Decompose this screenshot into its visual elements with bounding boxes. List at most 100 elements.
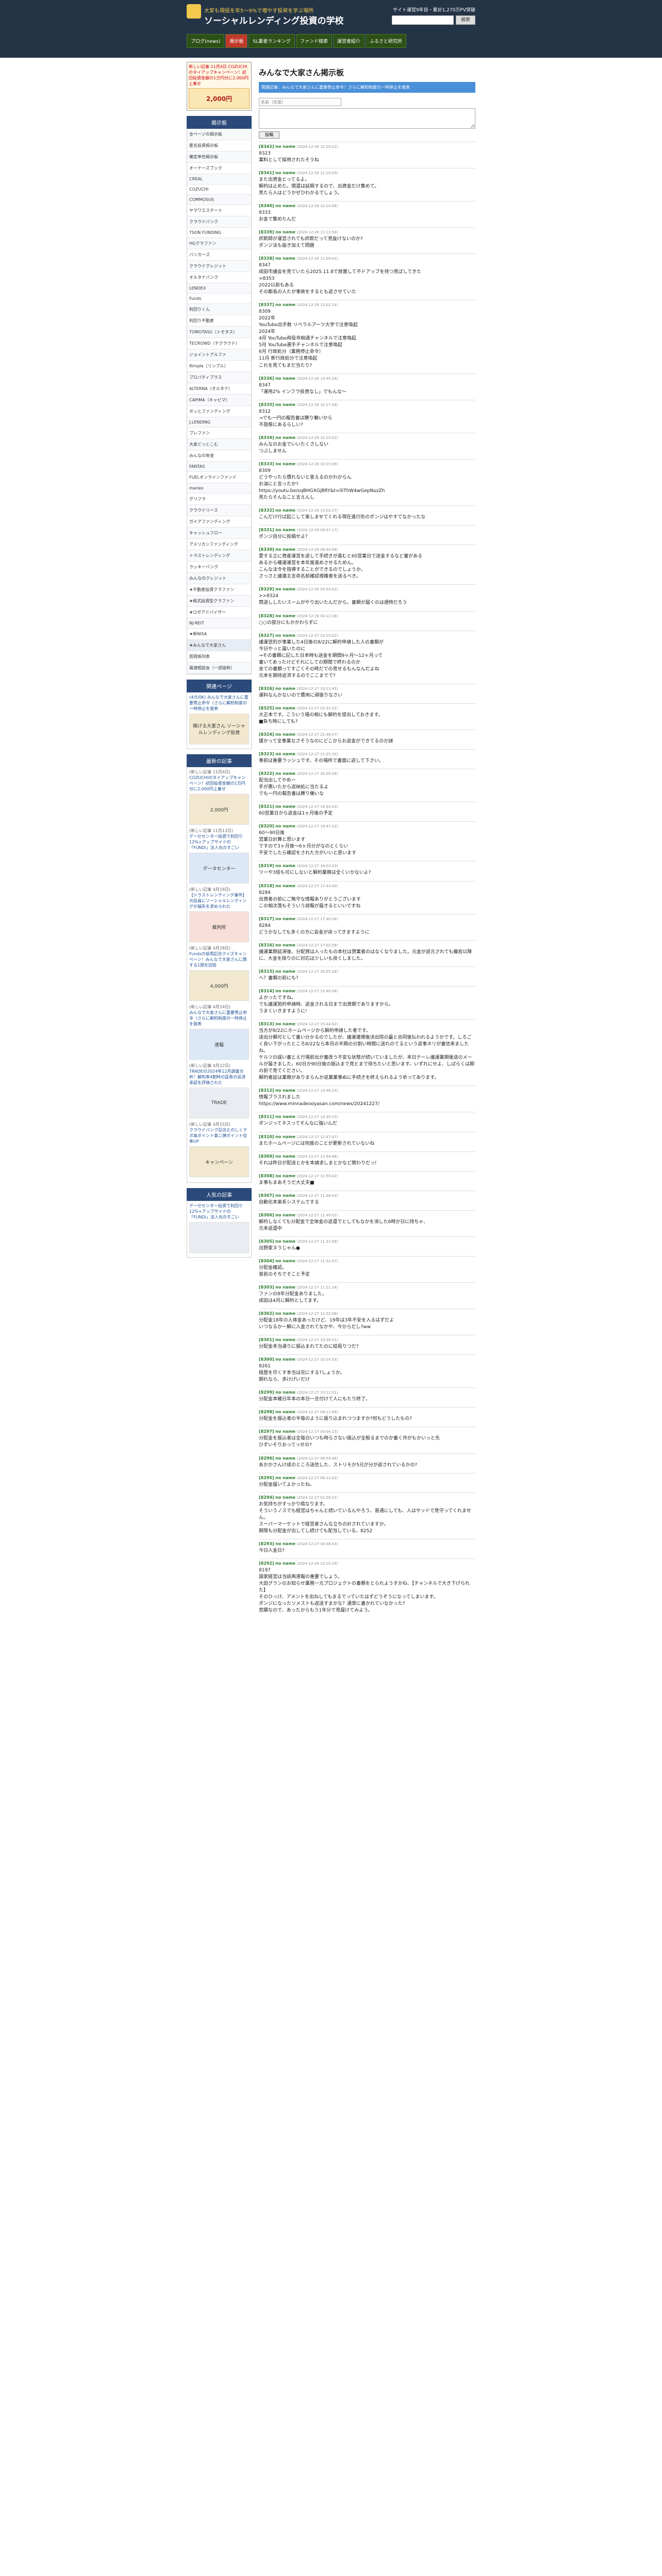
board-list-item[interactable]: グリフラ [187, 494, 251, 505]
board-list-item[interactable]: CAPIMA（キャピマ） [187, 395, 251, 406]
post-number[interactable]: [8301] [259, 1337, 274, 1342]
post-number[interactable]: [8310] [259, 1134, 274, 1139]
post-number[interactable]: [8331] [259, 528, 274, 532]
board-list-item[interactable]: Funds [187, 294, 251, 304]
recent-article[interactable]: (新しい記事 11月13日) デーセセンター投資で利回り12%+アップサイドの「F… [189, 828, 249, 884]
board-list-item[interactable]: みんなのクレジット [187, 573, 251, 584]
post-number[interactable]: [8327] [259, 633, 274, 638]
post-number[interactable]: [8326] [259, 686, 274, 691]
board-list-item[interactable]: ALTERNA（オルタナ） [187, 383, 251, 395]
post-number[interactable]: [8315] [259, 969, 274, 974]
board-list-item[interactable]: ラッキーバンク [187, 562, 251, 573]
post-button[interactable]: 投稿 [259, 131, 279, 139]
recent-article[interactable]: (新しい記事 4月22日) TRADEの2024年12月調査分析！解約率4割時の証… [189, 1063, 249, 1118]
board-list-item[interactable]: 利回り不動産 [187, 315, 251, 327]
board-list-item[interactable]: TSON FUNDING [187, 228, 251, 238]
nav-item[interactable]: ふるさと研究所 [365, 34, 406, 48]
search-button[interactable]: 検索 [456, 15, 475, 25]
post-number[interactable]: [8311] [259, 1114, 274, 1119]
nav-item[interactable]: SL業者ランキング [249, 34, 295, 48]
board-list-item[interactable]: 利回りくん [187, 304, 251, 315]
sidebar-ad-banner[interactable]: 2,000円 [189, 88, 250, 109]
post-number[interactable]: [8316] [259, 943, 274, 947]
board-list-item[interactable]: 全ページの掲示板 [187, 129, 251, 140]
post-number[interactable]: [8318] [259, 884, 274, 888]
board-list-item[interactable]: オルタナバンク [187, 272, 251, 283]
board-list-item[interactable]: ブレファン [187, 428, 251, 439]
board-list-item[interactable]: LENDEX [187, 283, 251, 294]
post-number[interactable]: [8298] [259, 1410, 274, 1414]
recent-article-title[interactable]: 【トラストレンディング事件】元役員にソーシャルレンディングが損失を求められた [189, 892, 249, 909]
recent-article-title[interactable]: TRADEの2024年12月調査分析！解約率4割時の証券の返済承認を評価された [189, 1069, 249, 1086]
board-list-item[interactable]: FUELオンラインファンド [187, 472, 251, 483]
nav-item[interactable]: 運営者紹介 [333, 34, 365, 48]
message-textarea[interactable] [259, 108, 475, 129]
recent-article-title[interactable]: クラウドバンク記念たのしくデポ高ポイント第二弾ポイント倍率UP [189, 1127, 249, 1144]
post-number[interactable]: [8293] [259, 1541, 274, 1546]
recent-article-title[interactable]: デーセセンター投資で利回り12%+アップサイドの「FUNDi」法人化のすごい [189, 834, 249, 851]
post-number[interactable]: [8312] [259, 1088, 274, 1093]
post-number[interactable]: [8308] [259, 1174, 274, 1178]
board-list-item[interactable]: Rimple（リンプル） [187, 361, 251, 372]
board-list-item[interactable]: オーナーズブック [187, 163, 251, 174]
board-list-item[interactable]: FANTAS [187, 462, 251, 472]
board-list-item[interactable]: クラウドリース [187, 505, 251, 516]
board-list-item[interactable]: TECROWD（テクラウド） [187, 338, 251, 349]
post-number[interactable]: [8322] [259, 771, 274, 776]
board-list-item[interactable]: 確定申告掲示板 [187, 151, 251, 163]
post-number[interactable]: [8297] [259, 1429, 274, 1434]
post-number[interactable]: [8299] [259, 1390, 274, 1395]
post-number[interactable]: [8339] [259, 230, 274, 234]
board-list-item[interactable]: トラストレンディング [187, 550, 251, 562]
nav-item[interactable]: 掲示板 [225, 34, 248, 48]
recent-article[interactable]: (新しい記事 4月18日) 【トラストレンディング事件】元役員にソーシャルレンディ… [189, 887, 249, 942]
related-link[interactable]: (4/5/0K) みんなで大家さんに重要帯止命令（さらに解約制度の一時停止を発表 [189, 694, 249, 711]
post-number[interactable]: [8294] [259, 1495, 274, 1500]
recent-article[interactable]: (新しい記事 4月15日) クラウドバンク記念たのしくデポ高ポイント第二弾ポイント… [189, 1122, 249, 1177]
board-list-item[interactable]: J.LENDING [187, 417, 251, 428]
post-number[interactable]: [8313] [259, 1022, 274, 1026]
post-number[interactable]: [8340] [259, 204, 274, 208]
board-list-item[interactable]: ボッとファンディング [187, 406, 251, 417]
post-number[interactable]: [8314] [259, 989, 274, 993]
post-number[interactable]: [8309] [259, 1154, 274, 1159]
recent-article-title[interactable]: みんなで大家さんに重要帯止命令（さらに解約制度の一時停止を発表 [189, 1010, 249, 1027]
board-list-item[interactable]: ★不動産投資クラファン [187, 584, 251, 596]
board-list-item[interactable]: アメリカンファンディング [187, 539, 251, 550]
recent-article-title[interactable]: Fundsの採用記念クイズキャンペーン！みんなで大家さんに関する1問を回答 [189, 951, 249, 968]
board-list-item[interactable]: ガイアファンディング [187, 516, 251, 528]
post-number[interactable]: [8324] [259, 732, 274, 737]
post-number[interactable]: [8303] [259, 1285, 274, 1290]
post-number[interactable]: [8307] [259, 1193, 274, 1198]
board-list-item[interactable]: HGクラファン [187, 238, 251, 249]
post-number[interactable]: [8305] [259, 1239, 274, 1244]
board-list-item[interactable]: クラウドバンク [187, 216, 251, 228]
board-list-item[interactable]: 匿名投資掲示板 [187, 140, 251, 151]
post-number[interactable]: [8300] [259, 1357, 274, 1362]
post-number[interactable]: [8338] [259, 256, 274, 261]
board-list-item[interactable]: みんなの年金 [187, 450, 251, 462]
board-list-item[interactable]: ★株式投資型クラファン [187, 596, 251, 607]
post-number[interactable]: [8336] [259, 376, 274, 381]
nav-item[interactable]: ファンド検索 [295, 34, 332, 48]
recent-article[interactable]: (新しい記事 11月4日) COZUCHIのタイアップキャンペーン！初回投資金額の… [189, 769, 249, 825]
board-list-item[interactable]: ★ロボアドバイザー [187, 607, 251, 618]
nav-item[interactable]: ブログ(news) [187, 34, 225, 48]
post-number[interactable]: [8319] [259, 863, 274, 868]
logo-icon[interactable] [187, 4, 201, 19]
board-list-item[interactable]: COMMOSUS [187, 195, 251, 205]
board-list-item[interactable]: 大家どっとこむ [187, 439, 251, 450]
board-list-item[interactable]: ヤマワエステート [187, 205, 251, 216]
board-list-item[interactable]: maneo [187, 483, 251, 494]
board-list-item[interactable]: 質問係列表 [187, 651, 251, 663]
search-input[interactable] [392, 15, 454, 25]
sidebar-ad[interactable]: 新しい記事 11月4日 COZUCHIのタイアップキャンペーン！初回投資金額の1… [187, 62, 252, 111]
post-number[interactable]: [8329] [259, 587, 274, 591]
post-number[interactable]: [8328] [259, 614, 274, 618]
recent-article-title[interactable]: COZUCHIのタイアップキャンペーン！初回投資金額の1万円分に2,000円上乗… [189, 775, 249, 792]
recent-article-image[interactable]: データセンター [189, 853, 249, 884]
post-number[interactable]: [8342] [259, 144, 274, 149]
post-number[interactable]: [8292] [259, 1561, 274, 1566]
post-number[interactable]: [8334] [259, 435, 274, 440]
recent-article[interactable]: (新しい記事 4月28日) Fundsの採用記念クイズキャンペーン！みんなで大家さ… [189, 945, 249, 1001]
